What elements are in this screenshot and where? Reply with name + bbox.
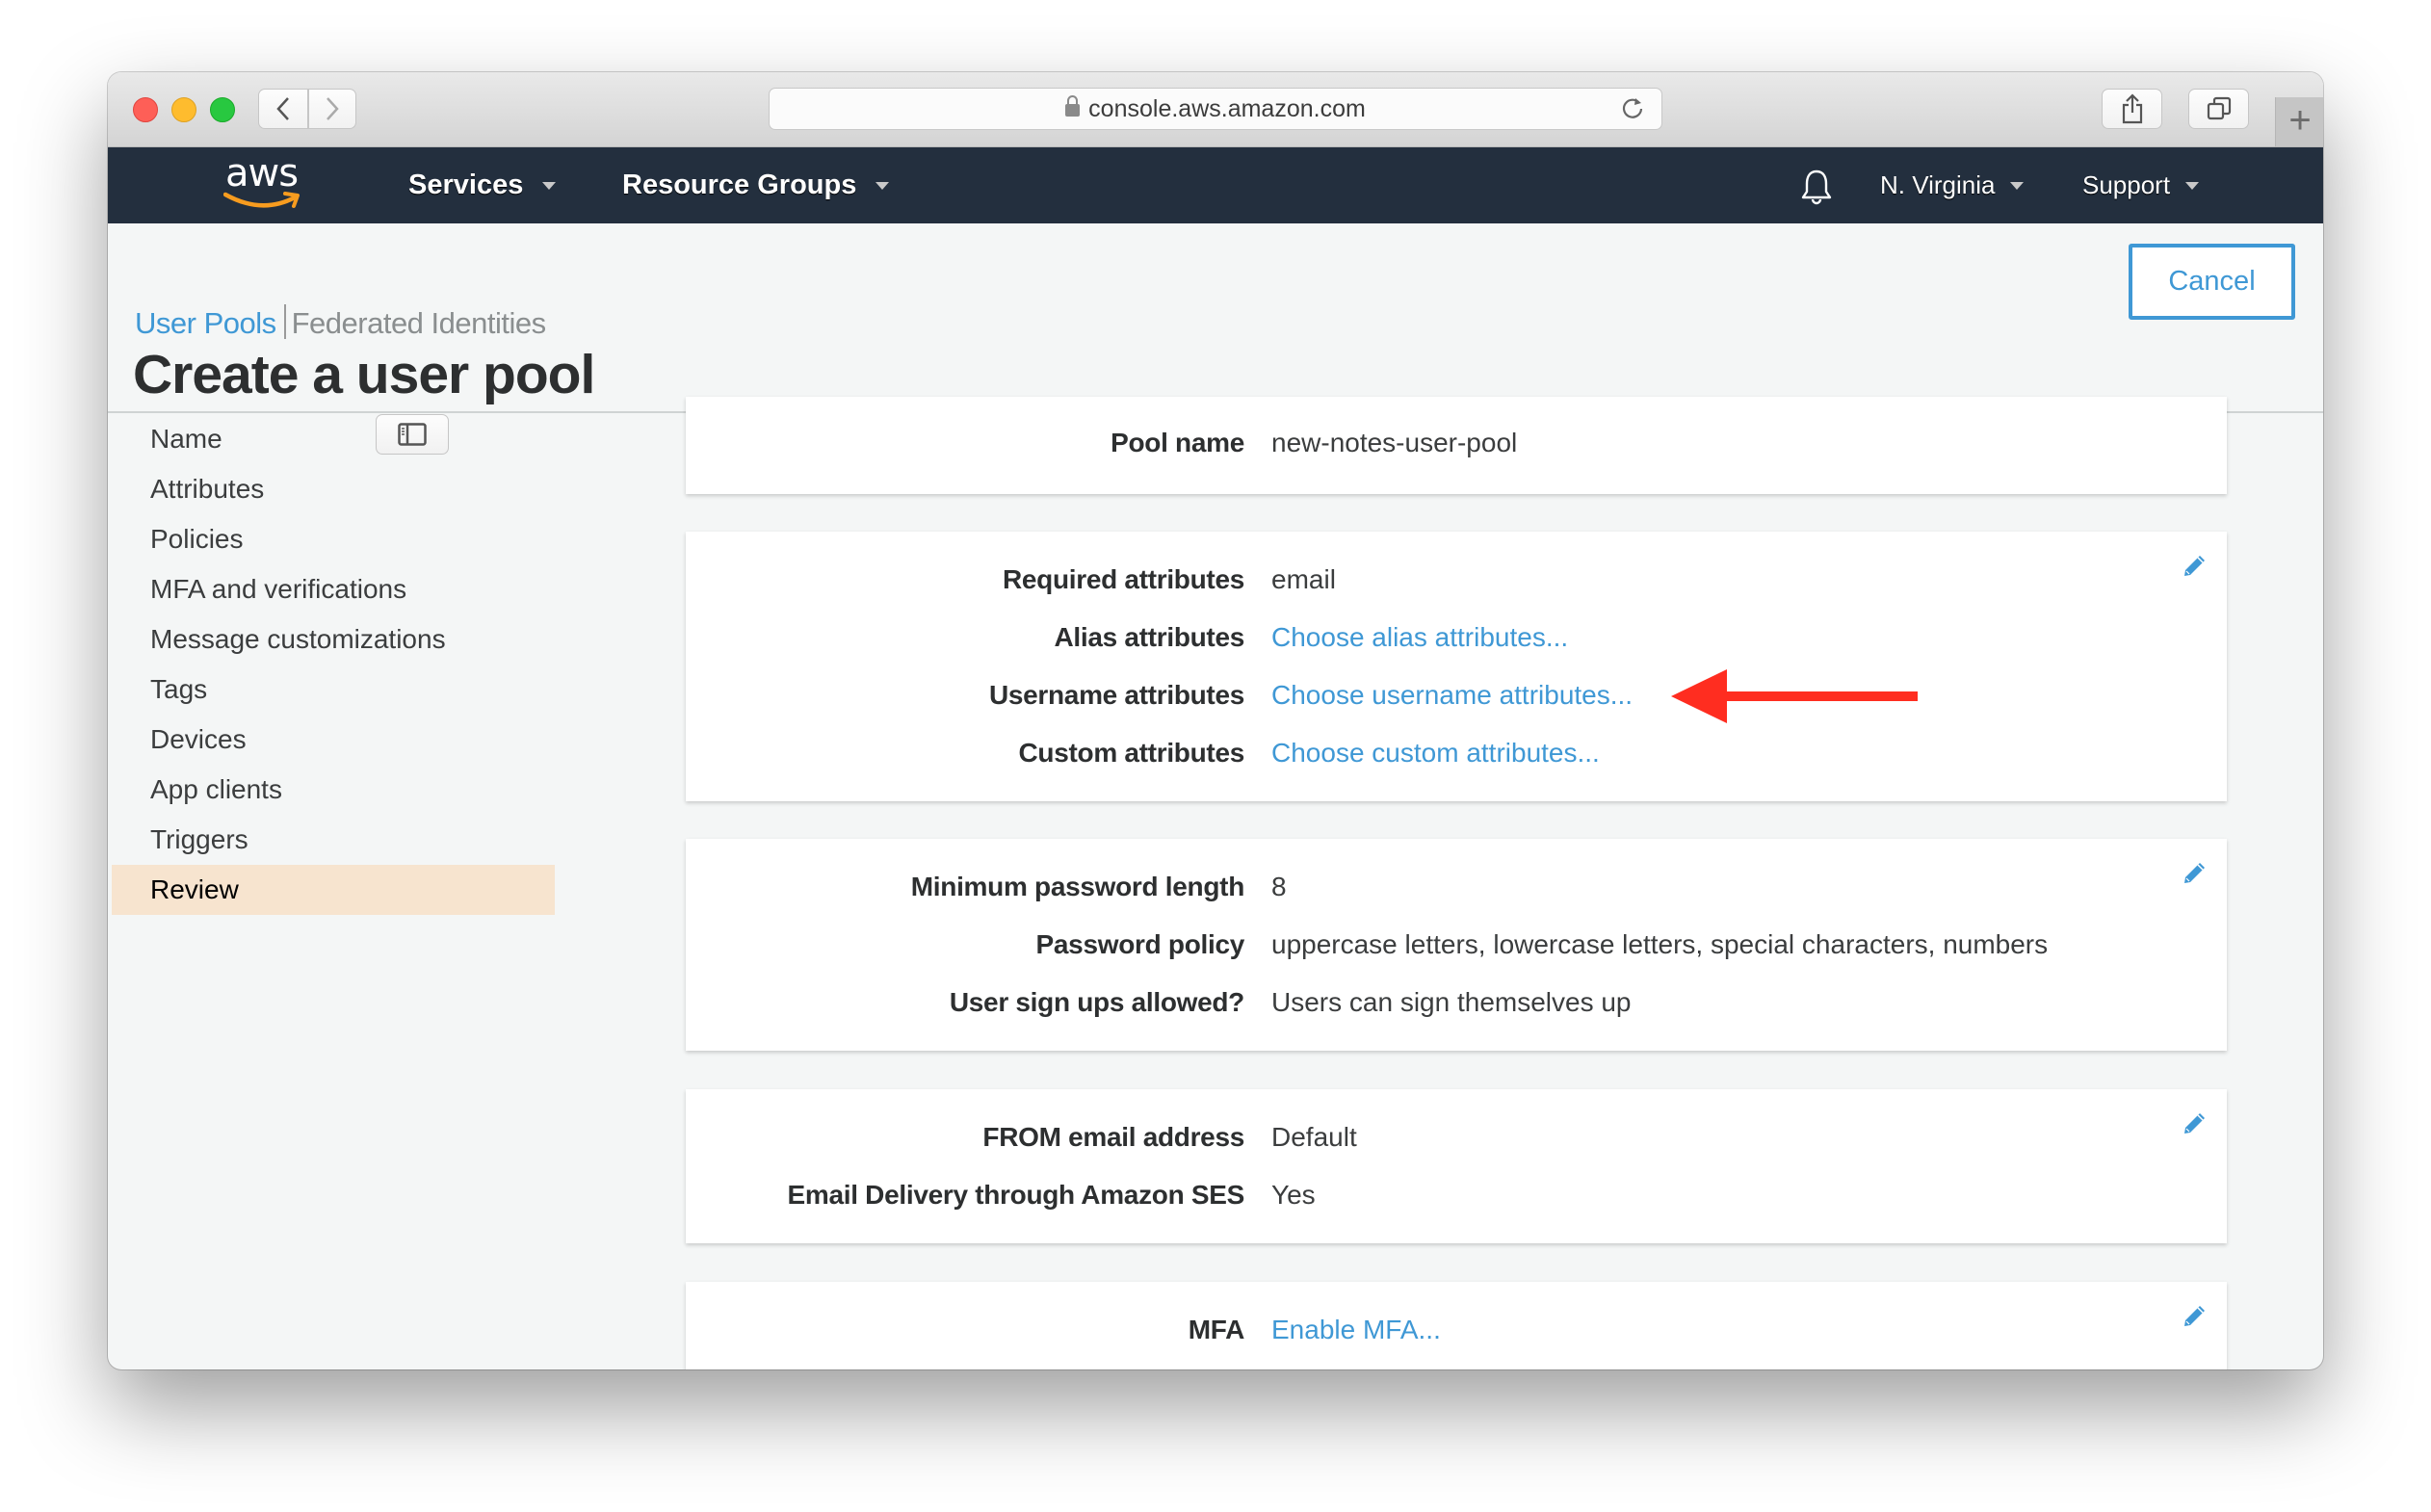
region-label: N. Virginia [1880, 170, 1996, 199]
review-row: Password policy uppercase letters, lower… [686, 929, 2227, 968]
choose-alias-attributes-link[interactable]: Choose alias attributes... [1271, 622, 1568, 653]
review-row: User sign ups allowed? Users can sign th… [686, 987, 2227, 1026]
min-password-length-value: 8 [1271, 872, 1287, 901]
pool-name-label: Pool name [1111, 428, 1244, 457]
cancel-button[interactable]: Cancel [2129, 244, 2295, 320]
choose-custom-attributes-link[interactable]: Choose custom attributes... [1271, 738, 1600, 769]
review-row: Pool name new-notes-user-pool [686, 428, 2227, 466]
zoom-window-button[interactable] [210, 97, 235, 122]
review-row: Custom attributes Choose custom attribut… [686, 738, 2227, 776]
enable-mfa-link[interactable]: Enable MFA... [1271, 1315, 1441, 1345]
from-email-label: FROM email address [982, 1122, 1244, 1152]
tab-federated-identities[interactable]: Federated Identities [292, 306, 547, 340]
sidebar-item-review[interactable]: Review [112, 865, 555, 915]
forward-button[interactable] [308, 89, 356, 129]
chevron-down-icon [876, 181, 890, 190]
annotation-arrow-icon [1671, 669, 1918, 723]
chevron-right-icon [327, 97, 339, 120]
region-selector[interactable]: N. Virginia [1880, 147, 2025, 223]
close-window-button[interactable] [133, 97, 158, 122]
page-header: User Pools Federated Identities Create a … [108, 223, 2323, 413]
chevron-down-icon [542, 181, 557, 190]
url-text: console.aws.amazon.com [1088, 94, 1366, 122]
page-title: Create a user pool [133, 344, 595, 405]
attributes-card: Required attributes email Alias attribut… [686, 532, 2227, 801]
review-row: Username attributes Choose username attr… [686, 680, 2227, 718]
aws-logo[interactable]: aws [223, 151, 310, 215]
back-button[interactable] [258, 89, 308, 129]
ses-delivery-value: Yes [1271, 1180, 1316, 1210]
sidebar-item-name[interactable]: Name [112, 414, 555, 464]
show-tabs-button[interactable] [2188, 89, 2249, 129]
required-attributes-label: Required attributes [1002, 564, 1244, 594]
ses-delivery-label: Email Delivery through Amazon SES [787, 1180, 1244, 1210]
lock-icon [1065, 94, 1081, 117]
chevron-down-icon [2185, 181, 2200, 190]
services-menu[interactable]: Services [408, 147, 557, 223]
tab-user-pools[interactable]: User Pools [135, 306, 276, 340]
review-row: Minimum password length 8 [686, 872, 2227, 910]
aws-top-nav: aws Services Resource Groups N. Virginia… [108, 147, 2323, 223]
password-policy-card: Minimum password length 8 Password polic… [686, 839, 2227, 1051]
chevron-down-icon [2010, 181, 2025, 190]
password-policy-value: uppercase letters, lowercase letters, sp… [1271, 929, 2049, 959]
pool-name-card: Pool name new-notes-user-pool [686, 397, 2227, 494]
sidebar-item-message-customizations[interactable]: Message customizations [112, 614, 555, 665]
browser-toolbar: console.aws.amazon.com + [108, 72, 2323, 455]
review-row: Required attributes email [686, 564, 2227, 603]
minimize-window-button[interactable] [171, 97, 196, 122]
bell-icon[interactable] [1799, 169, 1834, 205]
min-password-length-label: Minimum password length [910, 872, 1245, 901]
sidebar-item-tags[interactable]: Tags [112, 665, 555, 715]
choose-username-attributes-link[interactable]: Choose username attributes... [1271, 680, 1633, 711]
username-attributes-label: Username attributes [988, 680, 1244, 710]
reload-icon[interactable] [1619, 94, 1646, 121]
review-row: MFA Enable MFA... [686, 1315, 2227, 1353]
review-row: Email Delivery through Amazon SES Yes [686, 1180, 2227, 1218]
breadcrumb: User Pools Federated Identities [135, 304, 546, 341]
tabs-icon [2207, 96, 2231, 120]
share-button[interactable] [2102, 89, 2162, 129]
password-policy-label: Password policy [1035, 929, 1245, 959]
resource-groups-label: Resource Groups [622, 169, 857, 200]
custom-attributes-label: Custom attributes [1018, 738, 1245, 768]
plus-icon: + [2288, 99, 2312, 142]
new-tab-button[interactable]: + [2275, 97, 2323, 146]
address-bar[interactable]: console.aws.amazon.com [769, 88, 1662, 130]
sidebar-item-triggers[interactable]: Triggers [112, 815, 555, 865]
sidebar-item-attributes[interactable]: Attributes [112, 464, 555, 514]
services-label: Services [408, 169, 524, 200]
user-sign-ups-label: User sign ups allowed? [949, 987, 1244, 1017]
email-settings-card: FROM email address Default Email Deliver… [686, 1089, 2227, 1243]
review-row: FROM email address Default [686, 1122, 2227, 1160]
sidebar-item-app-clients[interactable]: App clients [112, 765, 555, 815]
required-attributes-value: email [1271, 564, 1336, 594]
sidebar-item-policies[interactable]: Policies [112, 514, 555, 564]
sidebar-item-mfa-and-verifications[interactable]: MFA and verifications [112, 564, 555, 614]
support-menu[interactable]: Support [2082, 147, 2200, 223]
user-sign-ups-value: Users can sign themselves up [1271, 987, 1632, 1017]
breadcrumb-divider [283, 304, 286, 339]
share-icon [2122, 93, 2142, 124]
support-label: Support [2082, 170, 2171, 199]
browser-window: console.aws.amazon.com + aws Services Re… [108, 72, 2323, 1369]
chevron-left-icon [276, 97, 289, 120]
resource-groups-menu[interactable]: Resource Groups [622, 147, 890, 223]
alias-attributes-label: Alias attributes [1054, 622, 1245, 652]
mfa-card: MFA Enable MFA... [686, 1282, 2227, 1369]
pool-name-value: new-notes-user-pool [1271, 428, 1518, 457]
sidebar-item-devices[interactable]: Devices [112, 715, 555, 765]
review-row: Alias attributes Choose alias attributes… [686, 622, 2227, 661]
mfa-label: MFA [1188, 1315, 1245, 1344]
from-email-value: Default [1271, 1122, 1357, 1152]
aws-smile-icon [223, 192, 300, 208]
